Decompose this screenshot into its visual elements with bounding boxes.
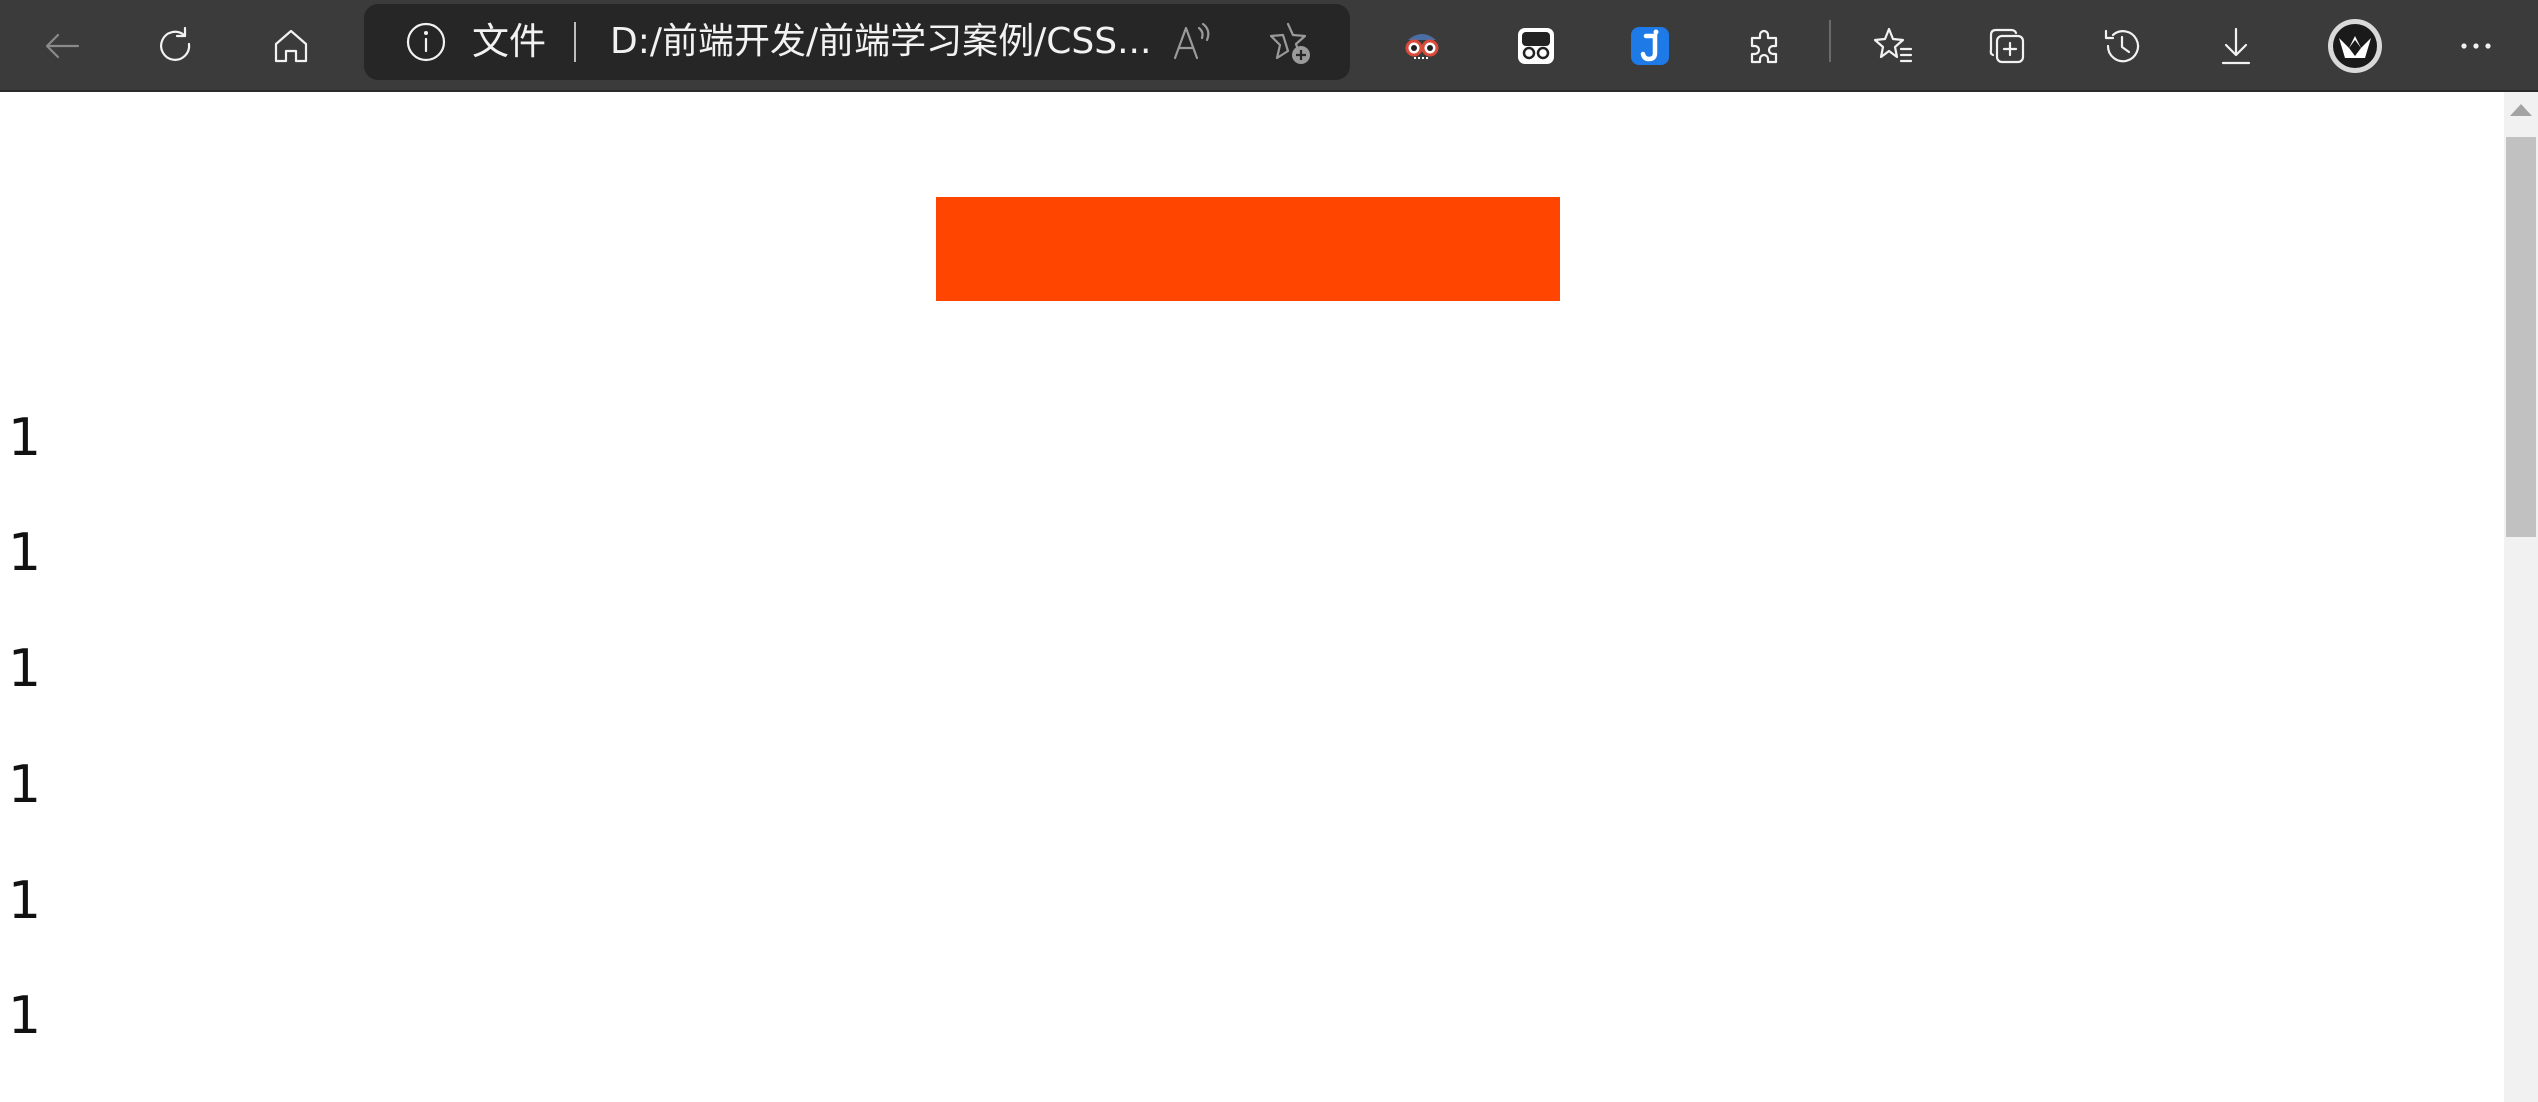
browser-toolbar: 文件 D:/前端开发/前端学习案例/CSS... <box>0 0 2538 92</box>
collections-icon <box>1989 28 2025 64</box>
address-bar[interactable]: 文件 D:/前端开发/前端学习案例/CSS... <box>364 4 1350 80</box>
extension-glasses-button[interactable] <box>1386 10 1458 82</box>
extensions-button[interactable] <box>1729 10 1801 82</box>
text-line-3: 1 <box>8 639 42 699</box>
collections-button[interactable] <box>1971 10 2043 82</box>
text-line-6: 1 <box>8 986 42 1046</box>
back-arrow-icon <box>45 33 80 59</box>
back-button[interactable] <box>26 10 98 82</box>
vertical-scrollbar[interactable] <box>2504 92 2538 1102</box>
profile-button[interactable] <box>2319 10 2391 82</box>
extension-mask-button[interactable] <box>1500 10 1572 82</box>
address-separator <box>574 22 576 62</box>
download-icon <box>2221 27 2251 65</box>
page-viewport: 1 1 1 1 1 1 <box>0 92 2504 1102</box>
toolbar-divider <box>1829 20 1831 62</box>
refresh-icon <box>160 26 191 61</box>
more-dots-icon <box>2461 43 2491 49</box>
history-icon <box>2104 29 2140 63</box>
refresh-button[interactable] <box>140 10 212 82</box>
orange-box <box>936 197 1560 301</box>
text-line-1: 1 <box>8 408 42 468</box>
add-favorite-icon[interactable] <box>1268 20 1314 66</box>
home-button[interactable] <box>255 10 327 82</box>
extension-j-button[interactable] <box>1614 10 1686 82</box>
mask-extension-icon <box>1518 28 1554 64</box>
scroll-up-arrow-icon[interactable] <box>2510 104 2532 116</box>
home-icon <box>274 29 308 63</box>
text-line-5: 1 <box>8 871 42 931</box>
profile-avatar-icon <box>2328 19 2382 73</box>
site-security-label[interactable]: 文件 <box>472 20 546 64</box>
favorites-button[interactable] <box>1857 10 1929 82</box>
read-aloud-icon[interactable] <box>1170 20 1214 64</box>
extensions-puzzle-icon <box>1750 29 1778 64</box>
info-icon[interactable] <box>404 20 448 64</box>
downloads-button[interactable] <box>2200 10 2272 82</box>
scrollbar-thumb[interactable] <box>2506 137 2536 537</box>
glasses-extension-icon <box>1405 34 1439 59</box>
favorites-list-icon <box>1873 27 1913 63</box>
url-text[interactable]: D:/前端开发/前端学习案例/CSS... <box>610 20 1151 64</box>
text-line-4: 1 <box>8 755 42 815</box>
text-line-2: 1 <box>8 523 42 583</box>
more-button[interactable] <box>2440 10 2512 82</box>
j-extension-icon <box>1631 27 1669 65</box>
history-button[interactable] <box>2086 10 2158 82</box>
